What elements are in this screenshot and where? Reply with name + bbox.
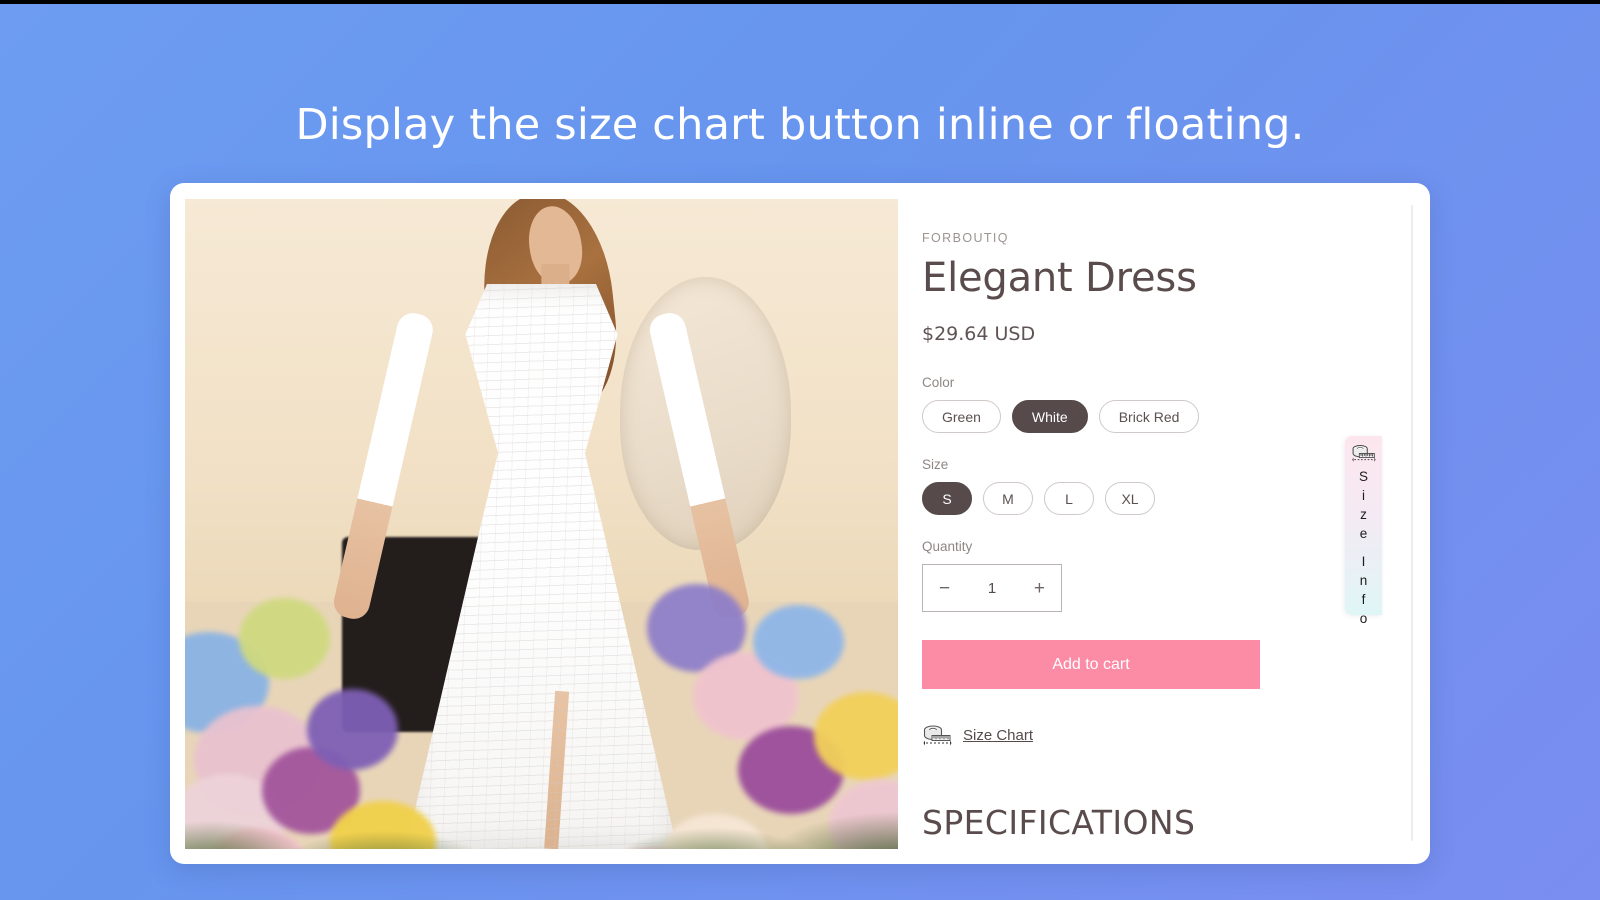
floating-tab-letter: z — [1360, 507, 1367, 522]
quantity-value[interactable]: 1 — [988, 580, 996, 597]
color-option-white[interactable]: White — [1011, 400, 1088, 433]
product-photo — [185, 199, 898, 849]
add-to-cart-button[interactable]: Add to cart — [922, 640, 1260, 689]
specifications-heading: SPECIFICATIONS — [922, 803, 1196, 842]
floating-tab-letter: o — [1359, 611, 1368, 626]
size-option-xl[interactable]: XL — [1105, 482, 1155, 515]
product-card: FORBOUTIQ Elegant Dress $29.64 USD Color… — [170, 183, 1430, 864]
floating-tab-letter: n — [1359, 573, 1368, 588]
tape-measure-icon — [1351, 443, 1376, 463]
quantity-stepper: − 1 + — [922, 564, 1062, 612]
size-option-group: S M L XL — [922, 482, 1392, 515]
product-vendor: FORBOUTIQ — [922, 231, 1009, 245]
floating-tab-letter: e — [1359, 526, 1368, 541]
floating-tab-letter: S — [1358, 469, 1368, 484]
size-chart-link[interactable]: Size Chart — [963, 727, 1033, 744]
size-option-s[interactable]: S — [922, 482, 972, 515]
plus-icon[interactable]: + — [1034, 579, 1045, 598]
quantity-label: Quantity — [922, 539, 973, 554]
product-title: Elegant Dress — [922, 255, 1197, 301]
floating-tab-letter: i — [1361, 488, 1365, 503]
tape-measure-icon — [922, 723, 952, 747]
product-image[interactable] — [185, 199, 898, 849]
product-price: $29.64 USD — [922, 323, 1036, 345]
floating-tab-label: S i z e I n f o — [1359, 467, 1368, 628]
page-scrollbar[interactable] — [1411, 205, 1413, 841]
minus-icon[interactable]: − — [939, 579, 950, 598]
color-option-group: Green White Brick Red — [922, 400, 1392, 433]
color-option-green[interactable]: Green — [922, 400, 1001, 433]
size-chart-row[interactable]: Size Chart — [922, 723, 1392, 747]
color-option-brick-red[interactable]: Brick Red — [1098, 400, 1200, 433]
page-root: Display the size chart button inline or … — [0, 0, 1600, 900]
photo-foliage — [185, 760, 898, 849]
size-option-label: Size — [922, 457, 949, 472]
page-headline: Display the size chart button inline or … — [295, 100, 1305, 150]
floating-size-info-tab[interactable]: S i z e I n f o — [1345, 436, 1382, 626]
product-info-panel: FORBOUTIQ Elegant Dress $29.64 USD Color… — [922, 183, 1392, 864]
size-option-m[interactable]: M — [983, 482, 1033, 515]
top-black-strip — [0, 0, 1600, 4]
size-option-l[interactable]: L — [1044, 482, 1094, 515]
color-option-label: Color — [922, 375, 955, 390]
floating-tab-letter: I — [1361, 554, 1366, 569]
floating-tab-letter: f — [1361, 592, 1366, 607]
photo-flowers — [185, 537, 898, 849]
